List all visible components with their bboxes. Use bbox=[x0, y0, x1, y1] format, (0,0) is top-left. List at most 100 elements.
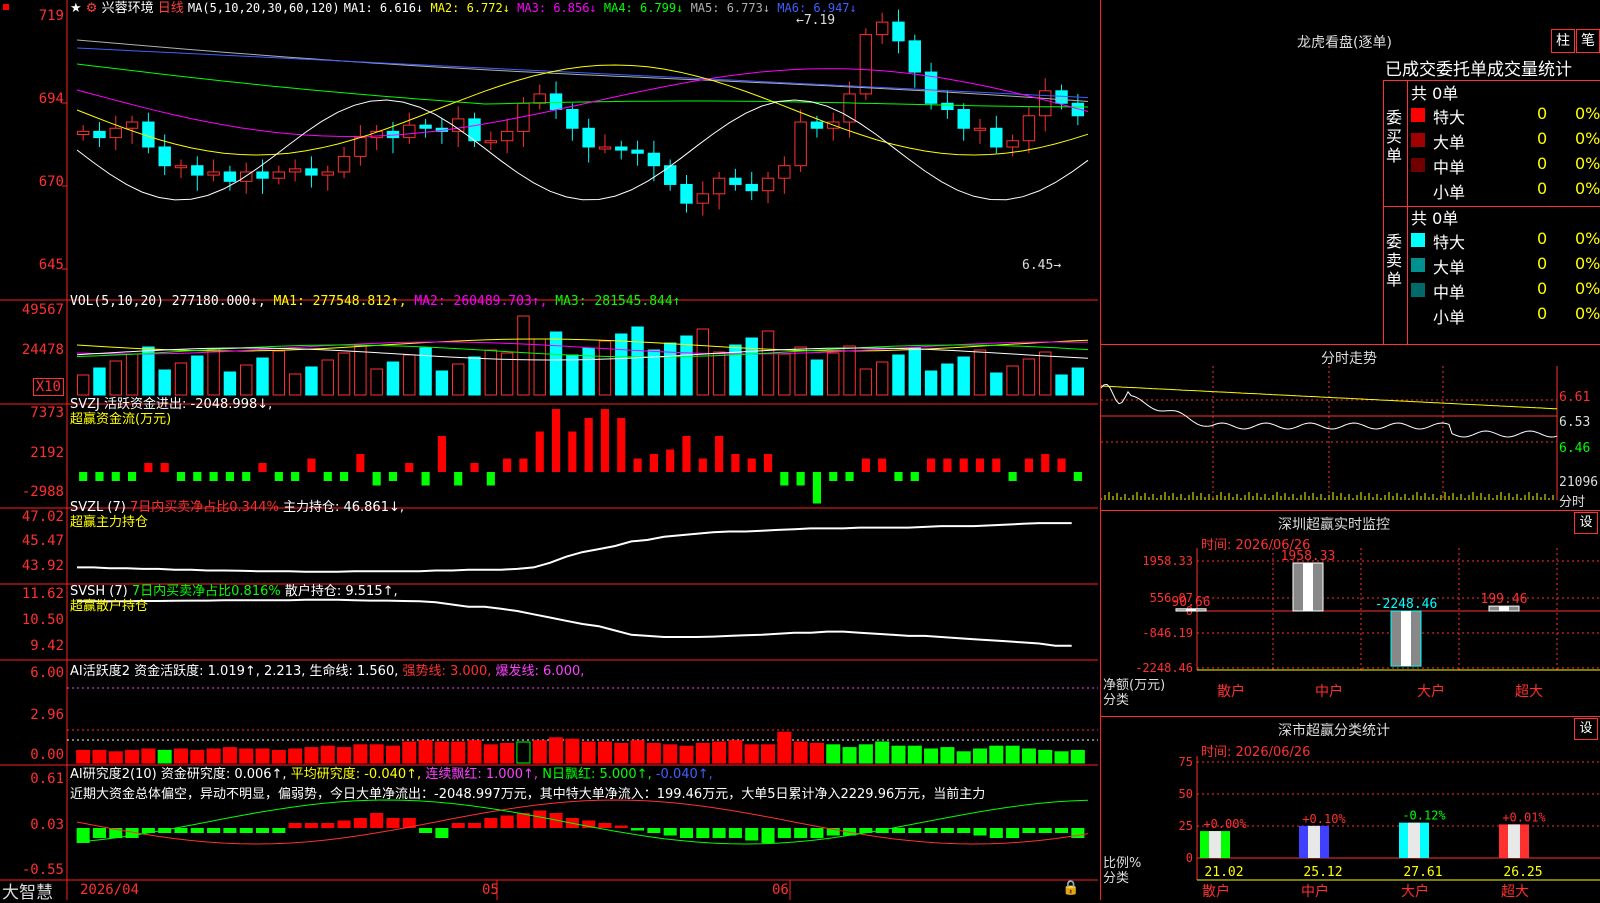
ai-activity-bar bbox=[826, 744, 841, 764]
monitor-bar-highlight bbox=[1303, 563, 1313, 611]
candle-body bbox=[778, 165, 791, 179]
sell-group-label: 委卖单 bbox=[1386, 232, 1403, 289]
class-percent-label: 21.02 bbox=[1204, 865, 1243, 880]
ma-line-6 bbox=[76, 99, 1089, 201]
longhu-row-percent: 0% bbox=[1575, 179, 1600, 198]
svzj-bar bbox=[1008, 472, 1017, 481]
monitor-category-label: 大户 bbox=[1417, 683, 1445, 700]
svzj-bar bbox=[633, 458, 642, 472]
svzj-bar bbox=[356, 454, 365, 472]
ai-activity-bar bbox=[304, 747, 319, 764]
ai-research-bar bbox=[500, 815, 514, 828]
ai-activity-bar bbox=[108, 751, 123, 764]
svsh-name: SVSH (7) bbox=[70, 584, 128, 599]
intraday-chart[interactable] bbox=[1101, 366, 1600, 512]
y-label: 47.02 bbox=[21, 509, 64, 525]
sz-class-chart: 75 50 25 0 +0.00% 21.02 散户 +0.10% 25.12 中户 -0.12% 2… bbox=[1179, 756, 1600, 900]
volume-bar bbox=[125, 353, 139, 396]
class-category-label: 散户 bbox=[1202, 883, 1230, 900]
ai-activity-bar bbox=[646, 742, 661, 764]
longhu-row-percent: 0% bbox=[1575, 129, 1600, 148]
period-label[interactable]: 日线 bbox=[158, 1, 184, 16]
svzj-bar bbox=[291, 472, 300, 481]
tick-mode-button[interactable]: 笔 bbox=[1576, 29, 1600, 53]
ai-activity-bar bbox=[891, 745, 906, 764]
volume-bar bbox=[957, 356, 970, 396]
ai-research-bar bbox=[777, 828, 791, 838]
ai-activity-bar bbox=[679, 745, 694, 764]
ai-act-strong: 强势线: 3.000, bbox=[402, 664, 492, 679]
lock-icon[interactable]: 🔒 bbox=[1062, 880, 1079, 896]
longhu-row-value: 0 bbox=[1537, 129, 1548, 148]
monitor-bar-label: 90.66 bbox=[1171, 595, 1210, 610]
volume-bar bbox=[288, 373, 302, 396]
bar-mode-button[interactable]: 柱 bbox=[1551, 29, 1575, 53]
volume-bar bbox=[696, 328, 710, 396]
candle-body bbox=[354, 137, 367, 157]
volume-bar bbox=[403, 354, 416, 396]
candle-body bbox=[76, 130, 90, 135]
ai-activity-bar bbox=[989, 745, 1004, 764]
svzj-bar bbox=[731, 454, 740, 472]
ai-activity-bar bbox=[875, 741, 890, 764]
ai-activity-bar bbox=[516, 741, 531, 764]
ai-research-bar bbox=[239, 828, 253, 833]
ai-activity-bar bbox=[320, 745, 335, 764]
ai-activity-bar bbox=[793, 741, 808, 764]
color-swatch-icon bbox=[1411, 158, 1425, 172]
candle-body bbox=[484, 140, 498, 144]
ai-res-summary: 近期大资金总体偏空，异动不明显，偏弱势，今日大单净流出：-2048.997万元，… bbox=[70, 787, 986, 802]
ai-res-red: 连续飘红: 1.000↑, bbox=[425, 767, 539, 782]
volume-bar bbox=[712, 351, 726, 396]
svzj-bar bbox=[519, 458, 528, 472]
candle-body bbox=[631, 149, 644, 154]
volume-bar bbox=[191, 355, 204, 396]
ai-act-burst: 爆发线: 6.000, bbox=[495, 664, 585, 679]
ai-research-bar bbox=[386, 818, 400, 828]
candle-body bbox=[337, 155, 351, 173]
longhu-row: 中单 0 0% bbox=[1409, 154, 1600, 177]
svzj-bar bbox=[812, 472, 822, 504]
ai-research-bar bbox=[598, 823, 612, 828]
menu-corner-icon[interactable] bbox=[3, 4, 9, 10]
volume-bar bbox=[207, 348, 220, 396]
svzj-bar bbox=[780, 472, 789, 486]
svzj-bar bbox=[405, 463, 414, 472]
svzj-bar bbox=[339, 472, 349, 481]
volume-bar bbox=[582, 347, 595, 396]
volume-bar bbox=[745, 337, 758, 396]
svzl-name: SVZL (7) bbox=[70, 500, 126, 515]
ai-research-bar bbox=[92, 828, 106, 838]
candle-body bbox=[321, 171, 334, 176]
volume-bar bbox=[892, 354, 905, 396]
volume-bar bbox=[93, 367, 106, 396]
ai-activity-bar bbox=[418, 740, 433, 764]
ai-research-bar bbox=[1022, 828, 1036, 833]
sz-monitor-settings-button[interactable]: 设 bbox=[1574, 512, 1598, 534]
candle-body bbox=[419, 124, 432, 129]
candle-body bbox=[957, 109, 970, 129]
ai-res-n: N日飘红: 5.000↑, bbox=[542, 767, 652, 782]
ai-activity-bar bbox=[663, 744, 678, 764]
monitor-bar-highlight bbox=[1401, 611, 1411, 667]
y-label: 6.00 bbox=[30, 665, 64, 681]
stock-name: 兴蓉环境 bbox=[101, 1, 154, 16]
vol-value-3: MA2: 260489.703↑, bbox=[414, 294, 556, 309]
ai-research-bar bbox=[435, 828, 449, 838]
longhu-row-percent: 0% bbox=[1575, 254, 1600, 273]
y-label: 0.00 bbox=[30, 747, 64, 763]
star-icon[interactable]: ★ bbox=[70, 1, 82, 16]
svzj-header: SVZJ 活跃资金进出: -2048.998↓, 超赢资金流(万元) bbox=[70, 397, 272, 427]
longhu-row: 大单 0 0% bbox=[1409, 254, 1600, 277]
candle-body bbox=[941, 102, 954, 111]
intraday-vol-unit: 分时 bbox=[1559, 495, 1586, 510]
candle-body bbox=[647, 152, 661, 167]
longhu-row: 中单 0 0% bbox=[1409, 279, 1600, 302]
settings-gear-icon[interactable]: ⚙ bbox=[86, 1, 98, 16]
candlesticks bbox=[76, 9, 1085, 216]
y-label: 43.92 bbox=[21, 558, 64, 574]
sz-class-settings-button[interactable]: 设 bbox=[1574, 718, 1598, 740]
volume-bar bbox=[354, 345, 367, 396]
volume-bar bbox=[1039, 351, 1052, 396]
ai-activity-bar bbox=[549, 737, 564, 764]
